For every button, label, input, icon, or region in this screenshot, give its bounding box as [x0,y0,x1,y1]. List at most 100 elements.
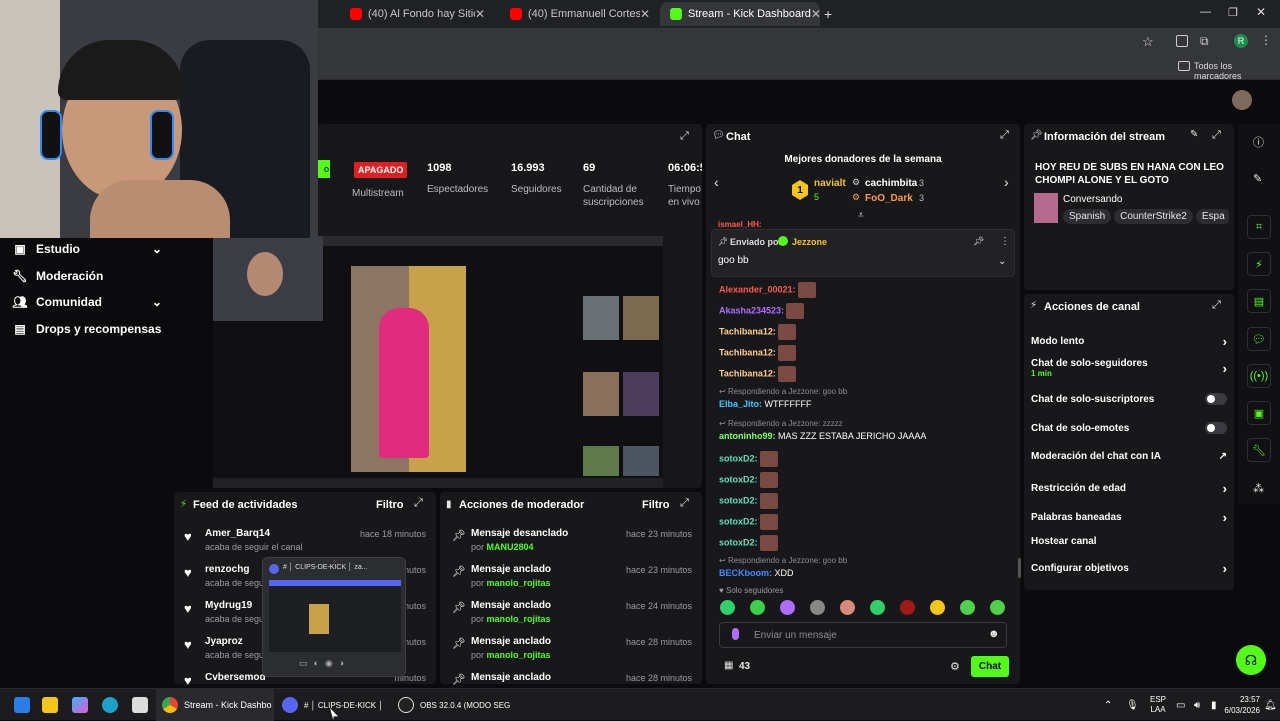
chat-username[interactable]: Tachibana12: [719,368,776,378]
activity-user[interactable]: Jyaproz [205,636,243,647]
rail-chat-icon[interactable]: 💬︎ [1247,327,1271,351]
window-close-icon[interactable]: ✕ [1256,5,1266,19]
channel-action-row[interactable]: Chat de solo-emotes [1031,422,1227,434]
emote-button[interactable] [720,600,735,615]
activity-filter-button[interactable]: Filtro [376,499,404,511]
chat-username[interactable]: Akasha234523: [719,305,784,315]
chat-username[interactable]: Elba_Jito: [719,399,762,409]
taskbar-store[interactable] [132,689,154,721]
chat-scrollbar[interactable] [1018,558,1021,578]
chat-message[interactable]: Akasha234523: [719,303,805,319]
emote-button[interactable] [990,600,1005,615]
emote-button[interactable] [930,600,945,615]
tray-expand-icon[interactable]: ⌃ [1104,689,1112,721]
chat-message[interactable]: Tachibana12: [719,324,796,340]
donor-2-name[interactable]: cachimbita [865,178,917,189]
emote-button[interactable] [960,600,975,615]
store-icon[interactable]: ▦ [724,660,733,671]
pinned-message[interactable]: 📌︎ Enviado por Jezzone 📌︎ ⋮ goo bb ⌄ [711,229,1015,277]
more-icon[interactable]: ⋮ [1000,236,1010,247]
channel-action-row[interactable]: Moderación del chat con IA ↗ [1031,451,1227,462]
chat-username[interactable]: Tachibana12: [719,326,776,336]
chat-username[interactable]: sotoxD2: [719,495,758,505]
extension-icon[interactable] [1176,35,1188,47]
mod-action-user[interactable]: manolo_rojitas [487,578,551,588]
puzzle-icon[interactable]: ⧉ [1200,34,1209,49]
taskbar-copilot[interactable] [72,689,94,721]
chat-username[interactable]: antoninho99: [719,431,776,441]
chevron-right-icon[interactable]: › [1223,361,1227,376]
mod-action-user[interactable]: MANU2804 [487,542,534,552]
donor-3-name[interactable]: FoO_Dark [865,193,913,204]
external-link-icon[interactable]: ↗ [1219,451,1227,462]
chat-reply-context[interactable]: ↩ Respondiendo a Jezzone: goo bb [719,556,847,565]
network-icon[interactable]: ▭ [1176,689,1185,721]
mod-action-row[interactable]: 📌︎ Mensaje desanclado hace 23 minutos por M… [450,528,695,562]
channel-action-row[interactable]: Modo lento › [1031,334,1227,349]
chat-message[interactable]: sotoxD2: [719,535,778,551]
support-headset-icon[interactable]: ☊ [1236,645,1266,675]
tag-chip[interactable]: Spanish [1063,209,1112,224]
mod-action-user[interactable]: manolo_rojitas [487,650,551,660]
chevron-down-icon[interactable]: ⌄ [998,256,1006,267]
chat-reply-context[interactable]: ↩ Respondiendo a Jezzone: zzzzz [719,419,843,428]
minimize-icon[interactable]: — [1200,6,1211,18]
tag-chip[interactable]: CounterStrike2 [1114,209,1193,224]
all-bookmarks-link[interactable]: Todos los marcadores [1194,61,1280,81]
chevron-right-icon[interactable]: › [1223,561,1227,576]
expand-icon[interactable]: ⤢ [1212,129,1221,142]
rail-apps-icon[interactable]: ⁂ [1253,482,1264,495]
stream-video-preview[interactable] [213,236,663,488]
rail-wrench-icon[interactable]: 🔧︎ [1247,438,1271,462]
new-tab-button[interactable]: + [824,6,832,22]
info-icon[interactable]: ⓘ [1253,134,1264,150]
expand-icon[interactable]: ⤢ [1000,129,1009,142]
chevron-left-icon[interactable]: ‹ [714,174,719,190]
expand-icon[interactable]: ⤢ [414,497,423,510]
chat-message[interactable]: Alexander_00021: [719,282,816,298]
expand-icon[interactable]: ⤢ [680,130,689,143]
sidebar-item-comunidad[interactable]: 👥︎ Comunidad ⌄ [12,295,162,309]
chevron-right-icon[interactable]: › [1004,174,1009,190]
chat-username[interactable]: sotoxD2: [719,537,758,547]
rail-document-icon[interactable]: ▤ [1247,289,1271,313]
mod-action-row[interactable]: 📌︎ Mensaje anclado hace 23 minutos por mano… [450,564,695,598]
tag-chip[interactable]: Espa [1195,209,1229,224]
activity-user[interactable]: renzochg [205,564,249,575]
chat-message[interactable]: Elba_Jito: WTFFFFFF [719,399,812,409]
channel-action-row[interactable]: Chat de solo-suscriptores [1031,393,1227,405]
emote-button[interactable] [870,600,885,615]
channel-action-row[interactable]: Hostear canal [1031,536,1227,547]
chat-username[interactable]: sotoxD2: [719,474,758,484]
donor-1-name[interactable]: navialt [814,178,846,189]
chat-message[interactable]: sotoxD2: [719,493,778,509]
emote-button[interactable] [780,600,795,615]
tab-youtube-1[interactable]: (40) Al Fondo hay Sitio 8: Joel I ✕ [340,2,495,26]
activity-user[interactable]: Cvbersemod [205,672,266,683]
user-avatar[interactable] [1232,90,1252,110]
menu-icon[interactable]: ⋮ [1260,33,1272,47]
clock[interactable]: 23:57 6/03/2026 [1224,689,1260,721]
chat-message[interactable]: antoninho99: MAS ZZZ ESTABA JERICHO JAAA… [719,431,926,441]
sidebar-item-drops[interactable]: ▤ Drops y recompensas [12,322,161,336]
restore-icon[interactable]: ❐ [1228,6,1238,19]
microphone-icon[interactable]: 🎙︎ [1126,689,1139,721]
toggle-switch[interactable] [1205,393,1227,405]
chat-send-button[interactable]: Chat [971,656,1009,677]
mod-action-row[interactable]: 📌︎ Mensaje anclado hace 28 minutos por mano… [450,636,695,670]
activity-user[interactable]: Amer_Barq14 [205,528,270,539]
rail-crop-icon[interactable]: ⌗ [1247,215,1271,239]
chevron-right-icon[interactable]: › [1223,334,1227,349]
rail-broadcast-icon[interactable]: ((•)) [1247,364,1271,388]
language-indicator[interactable]: ESP LAA [1150,689,1166,721]
chat-message[interactable]: sotoxD2: [719,472,778,488]
rail-bolt-icon[interactable]: ⚡︎ [1247,252,1271,276]
chat-username[interactable]: BECKboom: [719,568,772,578]
taskbar-explorer[interactable] [42,689,64,721]
profile-avatar[interactable]: R [1234,34,1248,48]
collapse-icon[interactable]: ⩡ [858,210,864,221]
emote-button[interactable] [900,600,915,615]
mod-action-row[interactable]: 📌︎ Mensaje anclado hace 24 minutos por mano… [450,600,695,634]
chat-message[interactable]: sotoxD2: [719,451,778,467]
chat-message[interactable]: sotoxD2: [719,514,778,530]
